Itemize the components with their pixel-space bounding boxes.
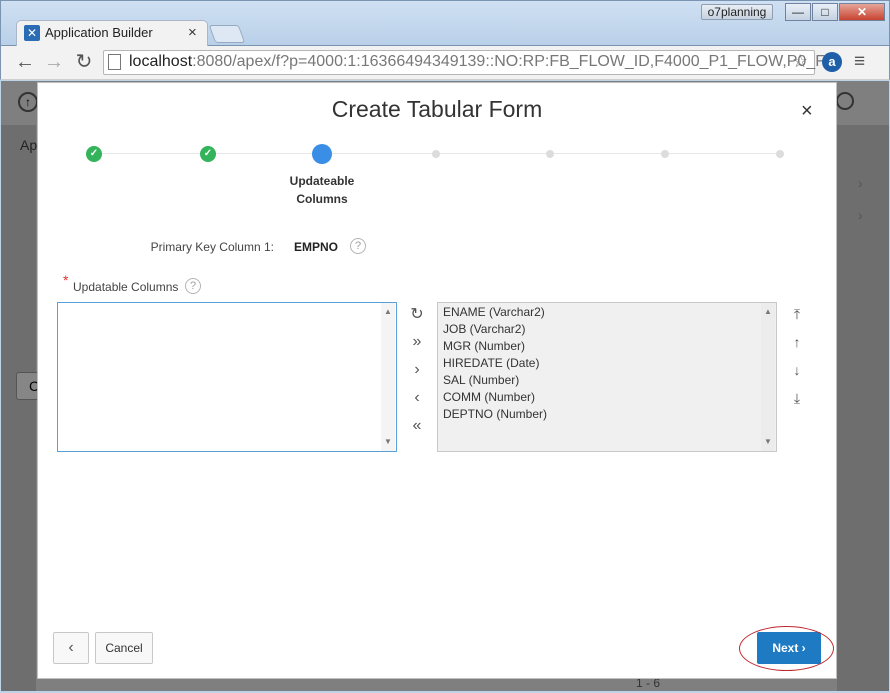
selected-list-scrollbar[interactable] (381, 303, 395, 451)
background-up-icon: ↑ (18, 92, 38, 112)
reload-icon[interactable]: ↻ (72, 50, 96, 74)
forward-icon[interactable]: → (42, 50, 66, 74)
step-label-line-1: Updateable (289, 174, 355, 188)
step-5-pending-icon (546, 150, 554, 158)
move-bottom-icon[interactable]: ⤓ (787, 388, 807, 408)
step-4-pending-icon (432, 150, 440, 158)
column-option[interactable]: DEPTNO (Number) (443, 407, 547, 421)
selected-columns-list[interactable] (57, 302, 397, 452)
column-option[interactable]: SAL (Number) (443, 373, 519, 387)
url-text[interactable]: localhost:8080/apex/f?p=4000:1:163664943… (129, 53, 834, 71)
column-option[interactable]: JOB (Varchar2) (443, 322, 525, 336)
step-6-pending-icon (661, 150, 669, 158)
move-all-icon[interactable]: » (407, 332, 427, 352)
remove-icon[interactable]: ‹ (407, 388, 427, 408)
new-tab-button[interactable] (208, 25, 246, 43)
tab-title: Application Builder (45, 25, 153, 40)
move-top-icon[interactable]: ⤒ (787, 304, 807, 324)
highlight-ring (739, 626, 834, 671)
background-chevron-icon: › (858, 175, 863, 191)
primary-key-value: EMPNO (294, 240, 339, 254)
minimize-button[interactable]: — (785, 3, 811, 21)
apex-favicon-icon: ✕ (24, 25, 40, 41)
step-3-current-icon (312, 144, 332, 164)
current-step-label: Updateable Columns (271, 172, 373, 208)
primary-key-label: Primary Key Column 1: (150, 240, 274, 254)
window-close-button[interactable]: ✕ (839, 3, 885, 21)
move-icon[interactable]: › (407, 360, 427, 380)
remove-all-icon[interactable]: « (407, 416, 427, 436)
step-2-done-icon: ✓ (200, 146, 216, 162)
primary-key-help-icon[interactable]: ? (350, 238, 366, 254)
updatable-columns-label: Updatable Columns (73, 280, 179, 294)
profile-badge[interactable]: o7planning (701, 4, 773, 20)
column-option[interactable]: MGR (Number) (443, 339, 525, 353)
column-option[interactable]: HIREDATE (Date) (443, 356, 539, 370)
scroll-up-icon[interactable]: ▲ (384, 307, 392, 316)
url-host: localhost (129, 53, 193, 70)
move-down-icon[interactable]: ↓ (787, 360, 807, 380)
dialog-title: Create Tabular Form (331, 96, 543, 122)
scroll-down-icon[interactable]: ▼ (384, 437, 392, 446)
previous-button[interactable]: ‹ (53, 632, 89, 664)
step-label-line-2: Columns (296, 192, 348, 206)
required-marker: * (63, 272, 69, 288)
scroll-up-icon[interactable]: ▲ (764, 307, 772, 316)
dialog-close-icon[interactable]: × (801, 100, 813, 123)
extension-icon[interactable]: a (822, 52, 842, 72)
background-chevron-icon: › (858, 207, 863, 223)
column-option[interactable]: COMM (Number) (443, 390, 535, 404)
back-icon[interactable]: ← (13, 50, 37, 74)
step-1-done-icon: ✓ (86, 146, 102, 162)
column-option[interactable]: ENAME (Varchar2) (443, 305, 545, 319)
available-list-scrollbar[interactable] (761, 303, 775, 451)
page-icon (108, 54, 121, 70)
cancel-button[interactable]: Cancel (95, 632, 153, 664)
updatable-columns-help-icon[interactable]: ? (185, 278, 201, 294)
page-left-region (1, 125, 36, 691)
scroll-down-icon[interactable]: ▼ (764, 437, 772, 446)
browser-menu-icon[interactable]: ≡ (854, 51, 865, 73)
maximize-button[interactable]: □ (812, 3, 838, 21)
page-right-region (837, 125, 889, 691)
background-crumb: Ap (20, 137, 38, 153)
reset-shuttle-icon[interactable]: ↻ (407, 305, 427, 325)
move-up-icon[interactable]: ↑ (787, 332, 807, 352)
background-play-icon (836, 92, 854, 110)
url-path: :8080/apex/f?p=4000:1:16366494349139::NO… (192, 53, 834, 70)
bookmark-star-icon[interactable]: ☆ (792, 51, 808, 72)
tab-close-icon[interactable]: × (188, 24, 197, 41)
step-7-pending-icon (776, 150, 784, 158)
